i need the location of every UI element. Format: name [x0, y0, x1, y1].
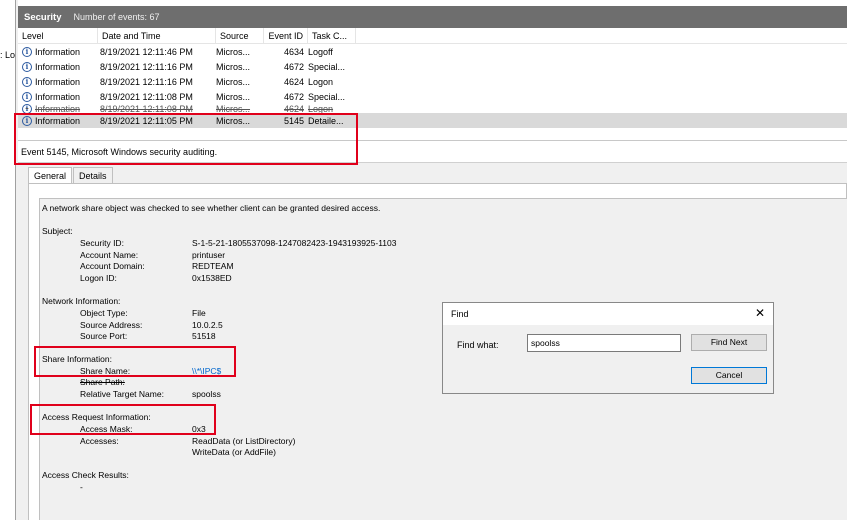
row-date: 8/19/2021 12:11:16 PM: [100, 61, 193, 72]
row-source: Micros...: [216, 104, 251, 113]
accesses-value-1: ReadData (or ListDirectory): [192, 436, 296, 446]
row-date: 8/19/2021 12:11:46 PM: [100, 46, 193, 57]
row-level: Information: [35, 61, 81, 72]
accesses-label: Accesses:: [80, 436, 119, 446]
row-level: Information: [35, 46, 81, 57]
row-event-id: 4624: [283, 104, 304, 113]
row-level: Information: [35, 76, 81, 87]
table-row[interactable]: i Information 8/19/2021 12:11:46 PM Micro…: [18, 44, 847, 59]
close-icon[interactable]: ✕: [755, 306, 765, 320]
row-task: Logon: [308, 104, 334, 113]
find-next-button[interactable]: Find Next: [691, 334, 767, 351]
column-source[interactable]: Source: [216, 27, 264, 44]
details-tabs: General Details: [28, 167, 114, 184]
object-type-value: File: [192, 308, 206, 318]
information-icon: i: [22, 104, 32, 113]
table-row[interactable]: i Information 8/19/2021 12:11:08 PM Micro…: [18, 104, 847, 113]
row-task: Special...: [308, 61, 346, 72]
security-id-label: Security ID:: [80, 238, 124, 248]
security-id-value: S-1-5-21-1805537098-1247082423-194319392…: [192, 238, 397, 248]
network-header: Network Information:: [42, 296, 121, 306]
row-date: 8/19/2021 12:11:08 PM: [100, 104, 193, 113]
source-port-value: 51518: [192, 331, 216, 341]
row-source: Micros...: [216, 91, 251, 102]
subject-header: Subject:: [42, 226, 73, 236]
relative-target-value: spoolss: [192, 389, 221, 399]
cancel-button[interactable]: Cancel: [691, 367, 767, 384]
row-event-id: 4624: [283, 76, 304, 87]
find-dialog-title: Find: [451, 309, 469, 319]
access-check-header: Access Check Results:: [42, 470, 129, 480]
access-check-value: -: [80, 482, 83, 492]
relative-target-label: Relative Target Name:: [80, 389, 164, 399]
account-name-value: printuser: [192, 250, 226, 260]
row-task: Logon: [308, 76, 334, 87]
find-dialog: Find ✕ Find what: spoolss Find Next Canc…: [442, 302, 774, 394]
source-address-label: Source Address:: [80, 320, 143, 330]
column-task[interactable]: Task C...: [308, 27, 356, 44]
table-row[interactable]: i Information 8/19/2021 12:11:08 PM Micro…: [18, 89, 847, 104]
column-event-id[interactable]: Event ID: [264, 27, 308, 44]
table-row[interactable]: i Information 8/19/2021 12:11:16 PM Micro…: [18, 59, 847, 74]
source-address-value: 10.0.2.5: [192, 320, 223, 330]
event-viewer-main: Security Number of events: 67 Level Date…: [18, 0, 847, 520]
information-icon: i: [22, 46, 32, 57]
event-list-header: Level Date and Time Source Event ID Task…: [18, 27, 847, 44]
logon-id-value: 0x1538ED: [192, 273, 232, 283]
row-task: Logoff: [308, 46, 333, 57]
log-header: Security Number of events: 67: [18, 0, 847, 28]
account-domain-label: Account Domain:: [80, 261, 145, 271]
left-navigation-pane: : Lo: [0, 0, 16, 520]
row-level: Information: [35, 91, 81, 102]
logon-id-label: Logon ID:: [80, 273, 117, 283]
table-row[interactable]: i Information 8/19/2021 12:11:16 PM Micro…: [18, 74, 847, 89]
row-event-id: 4634: [283, 46, 304, 57]
share-path-label: Share Path:: [80, 377, 125, 387]
tab-general[interactable]: General: [28, 167, 73, 184]
highlight-access-request: [30, 404, 216, 435]
find-dialog-titlebar: Find ✕: [443, 303, 773, 325]
highlight-share-information: [34, 346, 236, 377]
account-name-label: Account Name:: [80, 250, 139, 260]
event-count: Number of events: 67: [73, 12, 160, 22]
left-pane-text: : Lo: [0, 50, 16, 60]
information-icon: i: [22, 76, 32, 87]
row-event-id: 4672: [283, 91, 304, 102]
accesses-value-2: WriteData (or AddFile): [192, 447, 276, 457]
account-domain-value: REDTEAM: [192, 261, 234, 271]
information-icon: i: [22, 61, 32, 72]
highlight-selected-event: [14, 113, 358, 165]
row-source: Micros...: [216, 76, 251, 87]
find-what-label: Find what:: [457, 340, 499, 350]
log-title: Security: [24, 11, 62, 23]
column-level[interactable]: Level: [18, 27, 98, 44]
object-type-label: Object Type:: [80, 308, 128, 318]
row-level: Information: [35, 104, 81, 113]
row-date: 8/19/2021 12:11:08 PM: [100, 91, 193, 102]
row-source: Micros...: [216, 46, 251, 57]
description-text: A network share object was checked to se…: [42, 203, 381, 213]
row-source: Micros...: [216, 61, 251, 72]
row-task: Special...: [308, 91, 346, 102]
row-event-id: 4672: [283, 61, 304, 72]
tab-details[interactable]: Details: [73, 167, 113, 183]
source-port-label: Source Port:: [80, 331, 128, 341]
row-date: 8/19/2021 12:11:16 PM: [100, 76, 193, 87]
find-what-input[interactable]: spoolss: [527, 334, 681, 352]
column-date[interactable]: Date and Time: [98, 27, 216, 44]
information-icon: i: [22, 91, 32, 102]
